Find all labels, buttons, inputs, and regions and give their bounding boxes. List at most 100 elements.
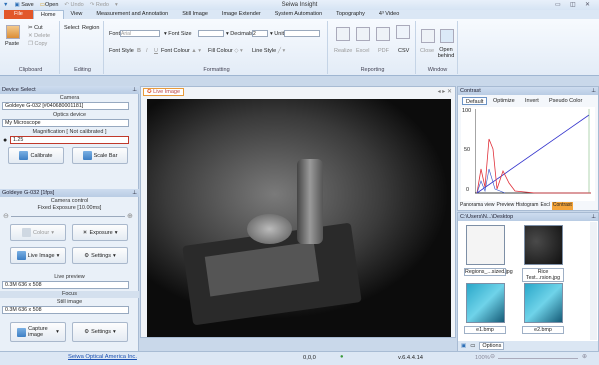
exposure-minus-icon[interactable]: ⊖ xyxy=(3,212,9,220)
underline-button[interactable]: U xyxy=(154,48,158,54)
delete-button[interactable]: ✕ Delete xyxy=(28,33,50,39)
zoom-slider[interactable] xyxy=(498,358,578,359)
optics-select[interactable]: My Microscope xyxy=(2,119,129,127)
line-style-icon: ╱ ▾ xyxy=(277,48,286,54)
thumb-regions-label[interactable]: Regions_...sized.jpg xyxy=(464,268,513,276)
tab-topography[interactable]: Topography xyxy=(329,10,372,19)
still-settings-button[interactable]: ⚙ Settings ▾ xyxy=(72,322,128,342)
histogram-svg xyxy=(475,109,591,194)
fill-colour-button[interactable]: Fill Colour ◇ ▾ xyxy=(208,48,243,54)
live-image-button[interactable]: Live Image ▾ xyxy=(10,247,66,264)
bold-button[interactable]: B xyxy=(137,48,141,54)
invert-button[interactable]: Invert xyxy=(522,97,542,105)
tab-contrast[interactable]: Contrast xyxy=(551,202,573,210)
paste-button[interactable]: Paste xyxy=(5,41,19,47)
tab-still-image[interactable]: Still Image xyxy=(175,10,215,19)
decimals-dropdown[interactable]: 2 xyxy=(252,30,268,37)
file-browser-toolbar: ▣ ▭ Options xyxy=(458,341,598,351)
still-image-select[interactable]: 0.3M 636 x 508 xyxy=(2,306,129,314)
histogram-chart[interactable]: 100 50 0 xyxy=(461,107,595,201)
folder-icon[interactable]: ▭ xyxy=(470,343,475,349)
zoom-in-icon[interactable]: ⊕ xyxy=(582,354,587,360)
delete-label: Delete xyxy=(34,33,51,39)
quick-access-toolbar: ▼ ▣ Save ▭Open ↶ Undo ↷ Redo ▾ Seiwa Ins… xyxy=(0,0,599,10)
capture-image-button[interactable]: Capture image ▾ xyxy=(10,322,66,342)
exposure-button[interactable]: ☀ Exposure ▾ xyxy=(72,224,128,241)
cut-button[interactable]: ✂ Cut xyxy=(28,25,43,31)
line-style-button[interactable]: Line Style ╱ ▾ xyxy=(252,48,285,54)
tab-excl[interactable]: Excl xyxy=(540,202,549,210)
tab-live-image[interactable]: ✪ Live Image xyxy=(143,88,185,96)
thumb-rice-test-label[interactable]: Rice Test...rsion.jpg xyxy=(522,268,564,282)
magnification-section-title: Magnification [ Not calibrated ] xyxy=(32,129,107,135)
ytick-0: 0 xyxy=(466,187,470,193)
calibrate-button[interactable]: Calibrate xyxy=(8,147,64,164)
zoom-out-icon[interactable]: ⊖ xyxy=(490,354,495,360)
region-button[interactable]: Region xyxy=(82,25,99,31)
live-image-icon xyxy=(16,251,26,260)
tab-system-automation[interactable]: System Automation xyxy=(268,10,329,19)
left-panel: Device Select ⊥ Camera Goldeye G-032 [#04… xyxy=(0,86,139,351)
tab-image-extender[interactable]: Image Extender xyxy=(215,10,268,19)
excel-button[interactable]: Excel xyxy=(356,48,369,54)
pin-icon[interactable]: ⊥ xyxy=(591,87,596,95)
font-size-dropdown[interactable] xyxy=(198,30,224,37)
tab-file[interactable]: File xyxy=(4,10,33,19)
save-icon[interactable]: ▣ xyxy=(461,343,466,349)
focus-bar[interactable]: Focus xyxy=(0,291,139,298)
exposure-slider[interactable] xyxy=(11,216,125,217)
tab-measurement[interactable]: Measurement and Annotation xyxy=(89,10,175,19)
font-dropdown[interactable]: Arial xyxy=(120,30,160,37)
pseudo-color-button[interactable]: Pseudo Color xyxy=(546,97,585,105)
csv-button[interactable]: CSV xyxy=(398,48,409,54)
live-preview-select[interactable]: 0.3M 636 x 508 xyxy=(2,281,129,289)
colour-button[interactable]: Colour ▾ xyxy=(10,224,66,241)
optimize-button[interactable]: Optimize xyxy=(490,97,518,105)
thumb-regions[interactable] xyxy=(466,225,505,265)
italic-button[interactable]: I xyxy=(146,48,148,54)
settings-icon: ⚙ xyxy=(84,329,90,335)
file-scrollbar[interactable] xyxy=(590,222,597,340)
thumb-e1-label[interactable]: e1.bmp xyxy=(464,326,506,334)
font-colour-icon: ▲ ▾ xyxy=(191,48,202,54)
close-icon[interactable]: ✕ xyxy=(585,1,590,8)
close-window-button[interactable]: Close xyxy=(420,48,434,54)
font-colour-button[interactable]: Font Colour ▲ ▾ xyxy=(161,48,201,54)
thumb-rice-test[interactable] xyxy=(524,225,563,265)
ribbon: Paste ✂ Cut ✕ Delete ❐ Copy Clipboard Se… xyxy=(0,19,599,76)
settings-button[interactable]: ⚙ Settings ▾ xyxy=(72,247,128,264)
tab-video[interactable]: 4³ Video xyxy=(372,10,406,19)
company-link[interactable]: Seiwa Optical America Inc. xyxy=(68,354,137,360)
magnification-select[interactable]: 1.25 xyxy=(10,136,129,144)
paste-icon[interactable] xyxy=(6,25,20,39)
bottle-object xyxy=(297,159,323,244)
select-button[interactable]: Select xyxy=(64,25,79,31)
default-button[interactable]: Default xyxy=(462,97,488,105)
realize-button[interactable]: Realize xyxy=(334,48,352,54)
copy-button[interactable]: ❐ Copy xyxy=(28,41,47,47)
tab-view[interactable]: View xyxy=(64,10,90,19)
pin-icon[interactable]: ⊥ xyxy=(132,189,137,197)
live-image-view[interactable] xyxy=(147,99,451,337)
minimize-icon[interactable]: ▭ xyxy=(555,1,561,8)
open-behind-button[interactable]: Open behind xyxy=(437,47,455,59)
thumb-e1[interactable] xyxy=(466,283,505,323)
pin-icon[interactable]: ⊥ xyxy=(132,86,137,94)
realize-icon xyxy=(336,27,350,41)
restore-icon[interactable]: ◫ xyxy=(570,1,576,8)
tab-panorama-view[interactable]: Panorama view xyxy=(460,202,494,210)
scale-bar-button[interactable]: Scale Bar xyxy=(72,147,128,164)
unit-dropdown[interactable] xyxy=(284,30,320,37)
tab-preview-histogram[interactable]: Preview Histogram xyxy=(496,202,538,210)
pdf-button[interactable]: PDF xyxy=(378,48,389,54)
exposure-plus-icon[interactable]: ⊕ xyxy=(127,212,133,220)
tab-home[interactable]: Home xyxy=(32,10,64,19)
still-image-section-title: Still image xyxy=(56,299,83,305)
options-button[interactable]: Options xyxy=(479,342,505,350)
thumb-e2-label[interactable]: e2.bmp xyxy=(522,326,564,334)
pin-icon[interactable]: ⊥ xyxy=(591,213,596,221)
contrast-header: Contrast ⊥ xyxy=(458,87,598,95)
doc-nav-icons[interactable]: ◂ ▸ ✕ xyxy=(438,88,452,95)
camera-select[interactable]: Goldeye G-032 [#040680001181] xyxy=(2,102,129,110)
thumb-e2[interactable] xyxy=(524,283,563,323)
